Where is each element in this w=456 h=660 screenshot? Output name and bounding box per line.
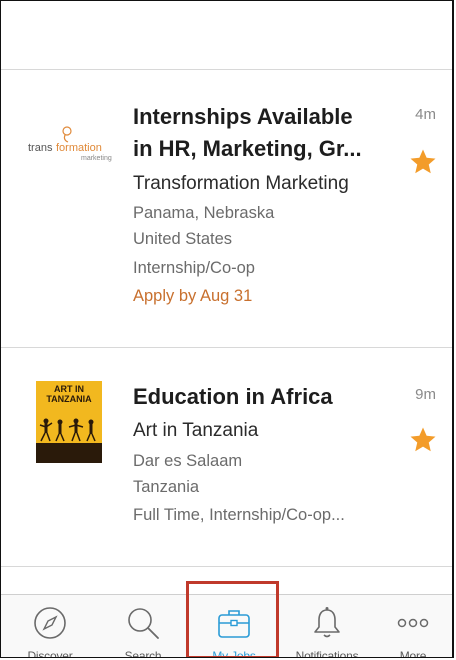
top-bar (1, 1, 452, 70)
location-city: Dar es Salaam (133, 452, 243, 470)
tab-more[interactable]: More (373, 595, 452, 658)
tab-notifications[interactable]: Notifications (282, 595, 372, 658)
art-in-tanzania-logo-icon: ART IN TANZANIA (36, 381, 102, 463)
tab-label: Discover (27, 649, 73, 658)
company-logo: trans formation marketing (27, 122, 113, 168)
logo-text-line1: ART IN (54, 384, 84, 394)
star-icon[interactable] (408, 147, 438, 177)
job-title: Education in Africa (133, 384, 333, 409)
logo-text-line2: TANZANIA (46, 394, 92, 404)
bell-icon (314, 607, 340, 638)
apply-deadline: Apply by Aug 31 (133, 287, 253, 305)
search-icon (128, 608, 159, 639)
company-name: Transformation Marketing (133, 173, 349, 194)
job-card[interactable]: trans formation marketing Internships Av… (1, 70, 452, 348)
transformation-logo-icon: trans formation marketing (28, 126, 112, 162)
star-icon[interactable] (408, 425, 438, 455)
location-city: Panama, Nebraska (133, 204, 275, 222)
logo-text-c: marketing (81, 155, 112, 162)
more-icon (397, 618, 429, 628)
job-card[interactable]: ART IN TANZANIA Education in Africa Art … (1, 348, 452, 567)
job-title-line1: Internships Available (133, 104, 353, 129)
posted-time: 9m (415, 386, 436, 403)
location-country: United States (133, 230, 233, 248)
job-type: Internship/Co-op (133, 259, 255, 277)
company-logo: ART IN TANZANIA (36, 381, 102, 463)
job-type: Full Time, Internship/Co-op... (133, 506, 345, 524)
job-title-line2: in HR, Marketing, Gr... (133, 136, 362, 161)
posted-time: 4m (415, 106, 436, 123)
logo-text-b: formation (56, 142, 102, 154)
compass-icon (34, 607, 66, 639)
my-jobs-highlight-box (186, 581, 279, 657)
app-screen: trans formation marketing Internships Av… (0, 0, 454, 658)
tab-label: More (399, 649, 427, 658)
tab-label: Search (124, 649, 162, 658)
tab-search[interactable]: Search (98, 595, 188, 658)
company-name: Art in Tanzania (133, 420, 259, 441)
location-country: Tanzania (133, 478, 200, 496)
logo-text-a: trans (28, 142, 53, 154)
tab-label: Notifications (295, 649, 359, 658)
tab-discover[interactable]: Discover (5, 595, 95, 658)
